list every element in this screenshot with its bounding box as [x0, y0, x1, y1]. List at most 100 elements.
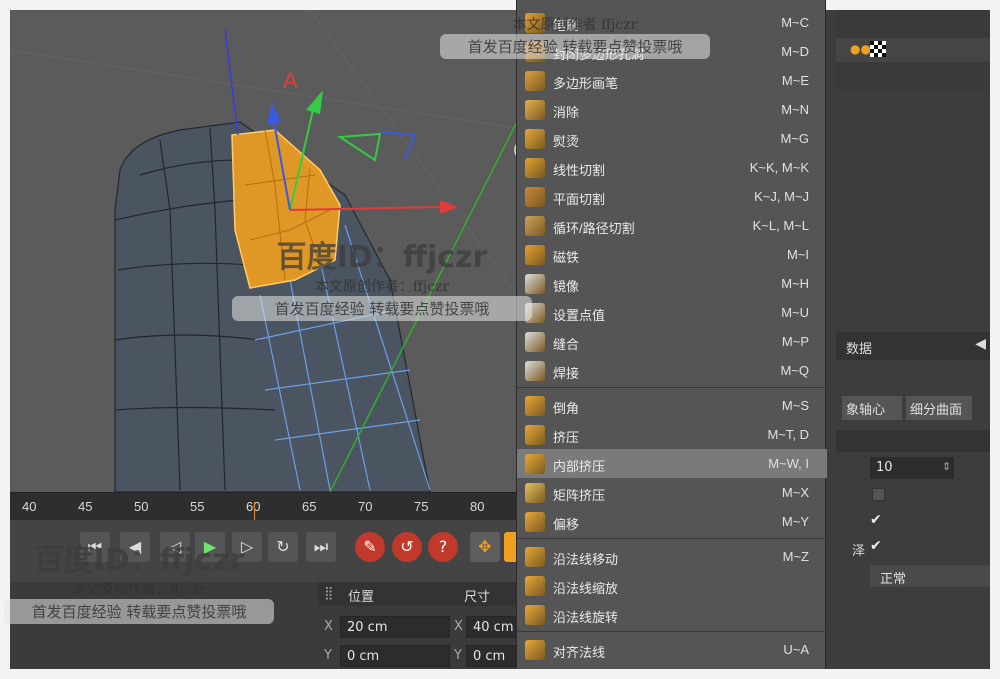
viewport-scene: A — [10, 10, 528, 492]
normal-move-icon — [525, 547, 545, 567]
extrude-inner-icon — [525, 454, 545, 474]
menu-item-shortcut: M~W, I — [768, 456, 809, 471]
menu-item-shortcut: K~L, M~L — [752, 218, 809, 233]
spinner-icon[interactable]: ⇕ — [942, 460, 951, 473]
menu-item-label: 设置点值 — [553, 308, 606, 323]
next-key-icon[interactable]: ▷ — [232, 532, 262, 562]
move-tool-icon[interactable]: ✥ — [470, 532, 500, 562]
menu-item[interactable]: 循环/路径切割 K~L, M~L — [517, 211, 827, 240]
record-key-icon[interactable]: ✎ — [355, 532, 385, 562]
axis-label: Y — [324, 648, 332, 663]
loop-icon[interactable]: ↻ — [268, 532, 298, 562]
menu-item[interactable]: 挤压 M~T, D — [517, 420, 827, 449]
menu-item[interactable]: 偏移 M~Y — [517, 507, 827, 536]
subdivide-button[interactable]: 细分曲面 — [906, 396, 972, 420]
magnet-icon — [525, 245, 545, 265]
menu-item-shortcut: M~I — [786, 247, 809, 262]
menu-item[interactable]: 线性切割 K~K, M~K — [517, 153, 827, 182]
menu-item-shortcut: M~P — [781, 334, 809, 349]
menu-item[interactable]: 熨烫 M~G — [517, 124, 827, 153]
tick-label: 50 — [134, 499, 149, 514]
menu-item[interactable]: 封闭多边形孔洞 M~D — [517, 37, 827, 66]
checkbox-checked-icon[interactable]: ✔ — [870, 538, 882, 554]
axis-button[interactable]: 象轴心 — [842, 396, 902, 420]
3d-viewport[interactable]: A — [10, 10, 528, 492]
menu-item[interactable]: 设置点值 M~U — [517, 298, 827, 327]
object-list: ●● — [836, 10, 990, 90]
menu-item-label: 偏移 — [553, 517, 580, 532]
menu-item[interactable]: 倒角 M~S — [517, 391, 827, 420]
set-point-icon — [525, 303, 545, 323]
svg-text:A: A — [283, 68, 298, 93]
stitch-icon — [525, 332, 545, 352]
coordinate-manager: ⣿ 位置 尺寸 X 20 cm X 40 cm Y 0 cm Y 0 cm — [10, 582, 528, 669]
menu-item-label: 多边形画笔 — [553, 76, 619, 91]
menu-item-label: 内部挤压 — [553, 459, 606, 474]
menu-item[interactable]: 磁铁 M~I — [517, 240, 827, 269]
menu-item[interactable]: 平面切割 K~J, M~J — [517, 182, 827, 211]
menu-item[interactable]: 笔刷 M~C — [517, 8, 827, 37]
prev-key-icon[interactable]: ◀ — [120, 532, 150, 562]
knife-line-icon — [525, 158, 545, 178]
menu-item-label: 线性切割 — [553, 163, 606, 178]
normal-scale-icon — [525, 576, 545, 596]
menu-separator — [517, 631, 827, 632]
position-header: 位置 — [348, 590, 375, 605]
menu-item-label: 消除 — [553, 105, 580, 120]
tick-label: 80 — [470, 499, 485, 514]
mesh-tools-menu: 笔刷 M~C 封闭多边形孔洞 M~D 多边形画笔 M~E 消除 M~N 熨烫 M~G 线性切割 K~K… — [516, 0, 827, 669]
play-icon[interactable]: ▶ — [195, 532, 225, 562]
size-header: 尺寸 — [464, 590, 491, 605]
object-row[interactable]: ●● — [836, 38, 990, 62]
menu-item-shortcut: M~Q — [780, 363, 809, 378]
tab-data[interactable]: 数据 ◀ — [836, 332, 990, 360]
timeline-ruler[interactable]: 40 45 50 55 60 65 70 75 80 — [10, 492, 528, 520]
menu-item[interactable]: 沿法线旋转 — [517, 600, 827, 629]
bevel-icon — [525, 396, 545, 416]
partial-label: 泽 — [852, 544, 866, 559]
menu-item[interactable]: 沿法线移动 M~Z — [517, 542, 827, 571]
axis-label: X — [454, 619, 463, 634]
menu-item-label: 沿法线移动 — [553, 552, 619, 567]
iron-icon — [525, 129, 545, 149]
loop-cut-icon — [525, 216, 545, 236]
menu-item[interactable]: 缝合 M~P — [517, 327, 827, 356]
menu-item-shortcut: M~U — [781, 305, 809, 320]
tick-label: 55 — [190, 499, 205, 514]
menu-separator — [517, 538, 827, 539]
menu-item[interactable]: 矩阵挤压 M~X — [517, 478, 827, 507]
play-reverse-icon[interactable]: ◁ — [160, 532, 190, 562]
menu-item-label: 镜像 — [553, 279, 580, 294]
menu-item[interactable]: 沿法线缩放 — [517, 571, 827, 600]
menu-item[interactable]: 焊接 M~Q — [517, 356, 827, 385]
checkbox-1[interactable] — [872, 488, 885, 501]
checkbox-checked-icon[interactable]: ✔ — [870, 512, 882, 528]
offset-icon — [525, 512, 545, 532]
menu-item[interactable]: 消除 M~N — [517, 95, 827, 124]
menu-item-shortcut: K~K, M~K — [749, 160, 809, 175]
tab-data-label: 数据 — [846, 342, 873, 357]
position-x-field[interactable]: 20 cm — [340, 616, 450, 638]
menu-separator — [517, 387, 827, 388]
menu-item-label: 倒角 — [553, 401, 580, 416]
menu-item-shortcut: M~C — [781, 15, 809, 30]
auto-key-icon[interactable]: ↺ — [392, 532, 422, 562]
playhead-marker[interactable] — [254, 502, 255, 520]
menu-item-label: 对齐法线 — [553, 645, 606, 660]
goto-start-icon[interactable]: ⏮ — [80, 532, 110, 562]
mode-dropdown[interactable]: 正常 — [870, 565, 990, 587]
menu-item-label: 沿法线旋转 — [553, 610, 619, 625]
menu-item[interactable]: 多边形画笔 M~E — [517, 66, 827, 95]
section-bar — [836, 430, 990, 452]
goto-end-icon[interactable]: ⏭ — [306, 532, 336, 562]
menu-item[interactable]: 内部挤压 M~W, I — [517, 449, 827, 478]
menu-item[interactable]: 对齐法线 U~A — [517, 635, 827, 664]
help-icon[interactable]: ? — [428, 532, 458, 562]
menu-item-shortcut: M~G — [780, 131, 809, 146]
collapse-arrow-icon[interactable]: ◀ — [975, 336, 986, 352]
checker-tag-icon — [870, 41, 886, 57]
coord-row-y: Y 0 cm Y 0 cm — [318, 643, 528, 669]
menu-item[interactable]: 镜像 M~H — [517, 269, 827, 298]
menu-item-label: 挤压 — [553, 430, 580, 445]
position-y-field[interactable]: 0 cm — [340, 645, 450, 667]
